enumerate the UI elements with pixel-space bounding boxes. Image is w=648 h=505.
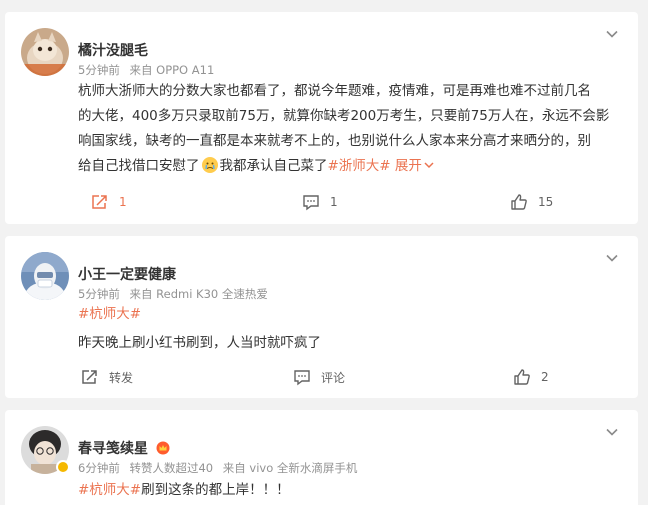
username-row: 春寻笺续星 bbox=[78, 438, 170, 458]
avatar[interactable] bbox=[21, 252, 69, 300]
repost-count: 1 bbox=[119, 195, 127, 209]
verified-badge-icon bbox=[56, 460, 70, 474]
post-meta: 5分钟前 来自 Redmi K30 全速热爱 bbox=[78, 286, 274, 302]
post-source: 来自 vivo 全新水滴屏手机 bbox=[222, 461, 358, 475]
post-forwarded: 转赞人数超过40 bbox=[129, 461, 214, 475]
post-text-segment: 刷到这条的都上岸！！！ bbox=[141, 482, 290, 498]
like-count: 15 bbox=[538, 195, 554, 209]
post-time[interactable]: 6分钟前 bbox=[78, 461, 120, 475]
post-text-line: 给自己找借口安慰了 我都承认自己菜了#浙师大# 展开 bbox=[78, 154, 620, 179]
repost-button[interactable]: 1 bbox=[91, 190, 127, 214]
repost-icon bbox=[92, 195, 107, 209]
repost-label: 转发 bbox=[109, 370, 134, 385]
post-source: 来自 OPPO A11 bbox=[129, 63, 215, 77]
post-text-line: 杭师大浙师大的分数大家也都看了，都说今年题难，疫情难，可是再难也难不过前几名 bbox=[78, 83, 591, 99]
avatar[interactable] bbox=[21, 28, 69, 76]
repost-icon bbox=[82, 370, 97, 384]
hashtag-link[interactable]: #杭师大# bbox=[78, 482, 141, 498]
post-text-line: 响国家线，缺考的一直都是本来就考不上的，也别说什么人家本来分高才来晒分的，别 bbox=[78, 133, 591, 149]
post-meta: 6分钟前 转赞人数超过40 来自 vivo 全新水滴屏手机 bbox=[78, 460, 363, 476]
post-time[interactable]: 5分钟前 bbox=[78, 287, 120, 301]
post-card: 橘汁没腿毛 5分钟前 来自 OPPO A11 杭师大浙师大的分数大家也都看了，都… bbox=[5, 12, 638, 224]
post-text: #杭师大#刷到这条的都上岸！！！ bbox=[78, 478, 620, 503]
chevron-down-icon bbox=[424, 162, 434, 169]
crying-face-emoji bbox=[201, 157, 218, 173]
thumbs-up-icon bbox=[514, 369, 530, 385]
chevron-down-icon[interactable] bbox=[606, 426, 618, 438]
username[interactable]: 橘汁没腿毛 bbox=[78, 40, 148, 60]
crown-badge-icon bbox=[156, 441, 170, 455]
like-button[interactable]: 15 bbox=[510, 190, 553, 214]
expand-link[interactable]: 展开 bbox=[395, 158, 434, 174]
repost-button[interactable]: 转发 bbox=[81, 365, 133, 389]
chevron-down-icon[interactable] bbox=[606, 252, 618, 264]
comment-label: 评论 bbox=[321, 370, 346, 385]
post-card: 春寻笺续星 6分钟前 转赞人数超过40 来自 vivo 全新水滴屏手机 #杭师大… bbox=[5, 410, 638, 505]
post-text: #杭师大# 昨天晚上刷小红书刷到，人当时就吓疯了 bbox=[78, 302, 620, 356]
post-actions: 1 1 15 bbox=[5, 190, 638, 214]
post-text-line: 的大佬，400多万只录取前75万，就算你缺考200万考生，只要前75万人在，永远… bbox=[78, 108, 610, 124]
username[interactable]: 小王一定要健康 bbox=[78, 264, 176, 284]
comment-count: 1 bbox=[330, 195, 338, 209]
hashtag-link[interactable]: #杭师大# bbox=[78, 302, 620, 327]
post-text: 杭师大浙师大的分数大家也都看了，都说今年题难，疫情难，可是再难也难不过前几名 的… bbox=[78, 79, 620, 179]
post-text-line: 昨天晚上刷小红书刷到，人当时就吓疯了 bbox=[78, 335, 321, 351]
post-text-segment: 给自己找借口安慰了 bbox=[78, 158, 200, 174]
post-time[interactable]: 5分钟前 bbox=[78, 63, 120, 77]
thumbs-up-icon bbox=[511, 194, 527, 210]
hashtag-link[interactable]: #浙师大# bbox=[328, 158, 391, 174]
username[interactable]: 春寻笺续星 bbox=[78, 441, 148, 457]
post-actions: 转发 评论 2 bbox=[5, 365, 638, 389]
post-meta: 5分钟前 来自 OPPO A11 bbox=[78, 62, 220, 78]
comment-button[interactable]: 评论 bbox=[293, 365, 345, 389]
like-count: 2 bbox=[541, 370, 549, 384]
comment-icon bbox=[303, 195, 319, 211]
like-button[interactable]: 2 bbox=[513, 365, 549, 389]
comment-icon bbox=[294, 370, 310, 386]
comment-button[interactable]: 1 bbox=[302, 190, 338, 214]
post-text-segment: 我都承认自己菜了 bbox=[219, 158, 328, 174]
chevron-down-icon[interactable] bbox=[606, 28, 618, 40]
post-card: 小王一定要健康 5分钟前 来自 Redmi K30 全速热爱 #杭师大# 昨天晚… bbox=[5, 236, 638, 398]
post-source: 来自 Redmi K30 全速热爱 bbox=[129, 287, 268, 301]
